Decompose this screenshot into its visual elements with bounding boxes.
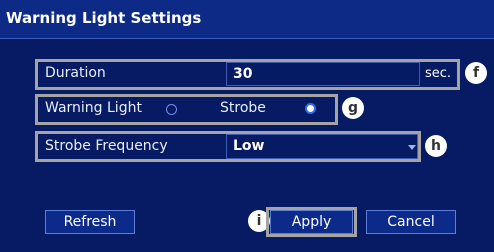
duration-unit: sec. — [425, 66, 452, 81]
warning-light-radio[interactable] — [166, 104, 177, 115]
callout-badge-g: g — [342, 97, 364, 119]
warning-light-label: Warning Light — [45, 100, 142, 116]
duration-value: 30 — [233, 66, 253, 82]
apply-button[interactable]: Apply — [270, 210, 353, 234]
dialog-title: Warning Light Settings — [6, 9, 202, 27]
strobe-frequency-value: Low — [233, 138, 265, 154]
strobe-label: Strobe — [220, 100, 266, 116]
strobe-frequency-select[interactable]: Low — [226, 134, 418, 159]
dialog-titlebar: Warning Light Settings — [0, 0, 494, 39]
strobe-frequency-label: Strobe Frequency — [45, 138, 168, 154]
cancel-button[interactable]: Cancel — [366, 210, 456, 234]
chevron-down-icon — [408, 145, 416, 150]
callout-badge-h: h — [425, 135, 447, 157]
refresh-button[interactable]: Refresh — [45, 210, 135, 234]
callout-badge-f: f — [465, 62, 487, 84]
duration-label: Duration — [45, 65, 106, 81]
duration-input[interactable]: 30 — [226, 62, 420, 86]
strobe-radio[interactable] — [305, 103, 316, 114]
